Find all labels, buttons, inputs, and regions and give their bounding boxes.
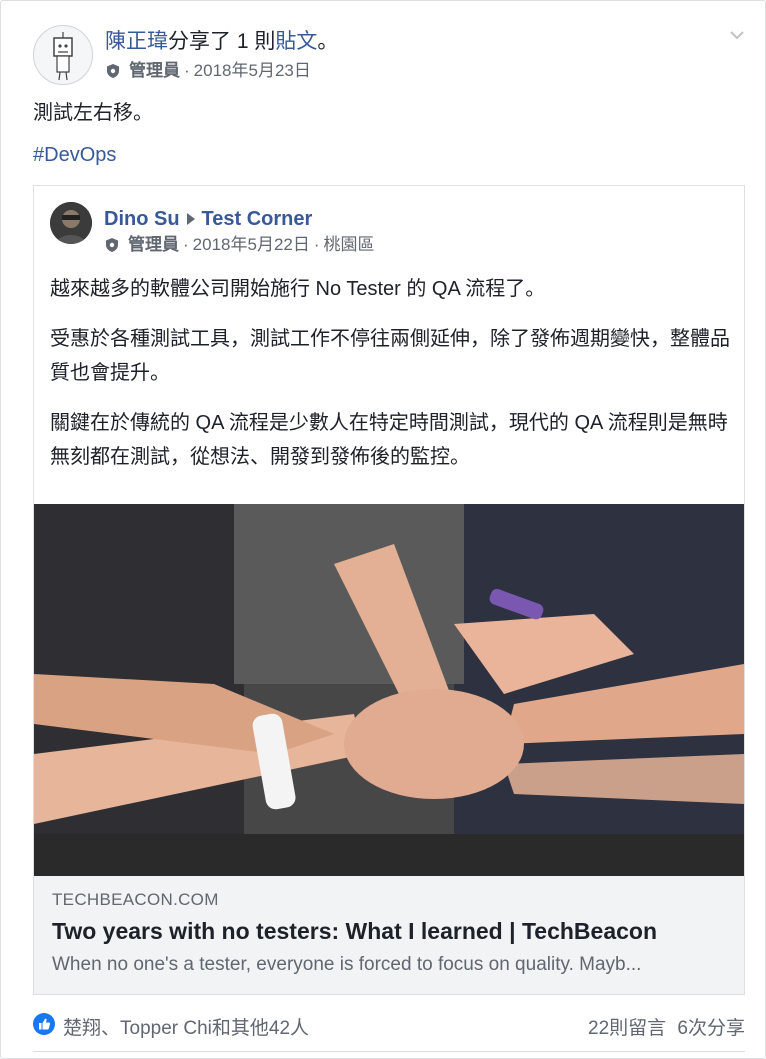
stacked-hands-photo-icon xyxy=(34,504,744,876)
share-action-suffix: 。 xyxy=(317,30,339,53)
link-description: When no one's a tester, everyone is forc… xyxy=(52,954,642,975)
admin-badge-icon xyxy=(107,64,119,78)
shares-count-link[interactable]: 6次分享 xyxy=(677,1018,745,1039)
group-link[interactable]: Test Corner xyxy=(202,206,313,232)
meta-separator: · xyxy=(184,61,190,80)
shared-paragraph: 受惠於各種測試工具，測試工作不停往兩側延伸，除了發佈週期變快，整體品質也會提升。 xyxy=(50,328,730,384)
shared-title-line: Dino Su Test Corner xyxy=(104,206,312,232)
reaction-bar: 楚翔、Topper Chi和其他42人 22則留言 6次分享 xyxy=(33,1013,745,1039)
shared-text: 越來越多的軟體公司開始施行 No Tester 的 QA 流程了。 受惠於各種測… xyxy=(50,272,730,490)
chevron-down-icon[interactable] xyxy=(729,29,745,41)
link-title[interactable]: Two years with no testers: What I learne… xyxy=(52,918,657,945)
author-avatar[interactable] xyxy=(33,25,93,85)
post-date[interactable]: 2018年5月23日 xyxy=(194,60,311,82)
shared-paragraph: 關鍵在於傳統的 QA 流程是少數人在特定時間測試，現代的 QA 流程則是無時無刻… xyxy=(50,412,728,468)
role-label: 管理員 xyxy=(129,61,180,80)
post-card: 陳正瑋分享了 1 則貼文。 管理員 · 2018年5月23日 測試左右移。 #D… xyxy=(0,0,766,1059)
engagement-counts: 22則留言 6次分享 xyxy=(588,1013,745,1040)
reactors-link[interactable]: 楚翔、Topper Chi和其他42人 xyxy=(63,1013,309,1040)
shared-paragraph: 越來越多的軟體公司開始施行 No Tester 的 QA 流程了。 xyxy=(50,278,546,300)
shared-meta: 管理員 · 2018年5月22日 · 桃園區 xyxy=(104,234,375,256)
caret-right-icon xyxy=(186,213,195,225)
sketch-avatar-icon xyxy=(53,32,73,81)
like-icon[interactable] xyxy=(33,1013,55,1035)
shared-date[interactable]: 2018年5月22日 xyxy=(193,234,310,256)
post-title-line: 陳正瑋分享了 1 則貼文。 xyxy=(105,29,338,55)
shared-author-link[interactable]: Dino Su xyxy=(104,206,180,232)
divider xyxy=(33,1051,745,1052)
meta-separator: · xyxy=(313,235,320,254)
thumbs-up-icon xyxy=(39,1018,51,1030)
post-link[interactable]: 貼文 xyxy=(275,30,317,53)
shared-post[interactable]: Dino Su Test Corner 管理員 · 2018年5月22日 · 桃… xyxy=(33,185,745,995)
shared-role-label: 管理員 xyxy=(128,235,179,254)
shared-author-avatar[interactable] xyxy=(50,202,92,244)
meta-separator: · xyxy=(183,235,189,254)
author-name-link[interactable]: 陳正瑋 xyxy=(105,30,168,53)
post-header: 陳正瑋分享了 1 則貼文。 管理員 · 2018年5月23日 xyxy=(33,25,745,89)
admin-badge-icon xyxy=(106,238,118,252)
link-domain: TECHBEACON.COM xyxy=(52,890,219,909)
shared-location[interactable]: 桃園區 xyxy=(324,234,375,256)
post-text: 測試左右移。 xyxy=(33,102,153,124)
comments-count-link[interactable]: 22則留言 xyxy=(588,1018,666,1039)
hashtag-link[interactable]: #DevOps xyxy=(33,141,116,169)
profile-photo-icon xyxy=(50,202,92,244)
share-action-text: 分享了 1 則 xyxy=(168,30,276,53)
post-meta: 管理員 · 2018年5月23日 xyxy=(105,60,311,82)
link-preview-image[interactable] xyxy=(34,504,744,876)
link-preview-caption[interactable]: TECHBEACON.COM Two years with no testers… xyxy=(34,876,744,994)
